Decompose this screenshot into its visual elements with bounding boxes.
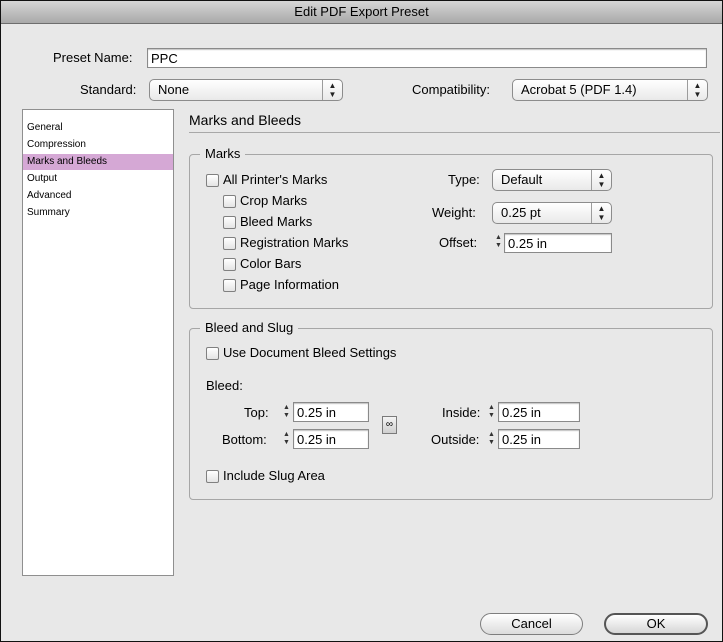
section-divider: [189, 132, 720, 133]
bleed-marks-checkbox[interactable]: [223, 216, 236, 229]
top-input[interactable]: 0.25 in: [293, 402, 369, 422]
marks-group-title: Marks: [200, 146, 246, 161]
top-stepper-icon[interactable]: ▲ ▼: [282, 404, 291, 422]
chain-link-icon[interactable]: ∞: [382, 416, 397, 434]
bleed-label: Bleed:: [206, 378, 243, 393]
inside-stepper-icon[interactable]: ▲ ▼: [487, 404, 496, 422]
standard-popup[interactable]: None ▲ ▼: [149, 79, 343, 101]
registration-marks-checkbox[interactable]: [223, 237, 236, 250]
inside-input[interactable]: 0.25 in: [498, 402, 580, 422]
compatibility-value: Acrobat 5 (PDF 1.4): [521, 82, 637, 97]
top-label: Top:: [244, 405, 269, 420]
bleed-and-slug-group-title: Bleed and Slug: [200, 320, 299, 335]
window-title: Edit PDF Export Preset: [1, 1, 722, 24]
type-value: Default: [501, 172, 543, 187]
sidebar-item-general[interactable]: General: [23, 120, 173, 136]
page-information-label: Page Information: [240, 277, 340, 292]
updown-arrows-icon: ▲ ▼: [591, 170, 611, 190]
standard-value: None: [158, 82, 190, 97]
color-bars-label: Color Bars: [240, 256, 302, 271]
offset-label: Offset:: [439, 235, 478, 250]
type-popup[interactable]: Default ▲ ▼: [492, 169, 612, 191]
inside-label: Inside:: [442, 405, 481, 420]
offset-input[interactable]: 0.25 in: [504, 233, 612, 253]
use-document-bleed-label: Use Document Bleed Settings: [223, 345, 397, 360]
color-bars-checkbox[interactable]: [223, 258, 236, 271]
bottom-stepper-icon[interactable]: ▲ ▼: [282, 431, 291, 449]
edit-pdf-export-preset-dialog: Edit PDF Export Preset Preset Name: PPC …: [0, 0, 723, 642]
compatibility-popup[interactable]: Acrobat 5 (PDF 1.4) ▲ ▼: [512, 79, 708, 101]
bottom-input[interactable]: 0.25 in: [293, 429, 369, 449]
crop-marks-label: Crop Marks: [240, 193, 308, 208]
bottom-label: Bottom:: [222, 432, 267, 447]
use-document-bleed-checkbox[interactable]: [206, 347, 219, 360]
offset-stepper-icon[interactable]: ▲ ▼: [494, 234, 503, 252]
sidebar-item-summary[interactable]: Summary: [23, 205, 173, 221]
updown-arrows-icon: ▲ ▼: [322, 80, 342, 100]
sidebar-item-marks-and-bleeds[interactable]: Marks and Bleeds: [23, 154, 173, 170]
outside-stepper-icon[interactable]: ▲ ▼: [487, 431, 496, 449]
weight-label: Weight:: [432, 205, 476, 220]
page-information-checkbox[interactable]: [223, 279, 236, 292]
ok-button[interactable]: OK: [604, 613, 708, 635]
bleed-marks-label: Bleed Marks: [240, 214, 313, 229]
preset-name-input[interactable]: PPC: [147, 48, 707, 68]
standard-label: Standard:: [80, 82, 137, 97]
weight-value: 0.25 pt: [501, 205, 541, 220]
sidebar-item-output[interactable]: Output: [23, 171, 173, 187]
section-title: Marks and Bleeds: [189, 112, 302, 128]
include-slug-area-label: Include Slug Area: [223, 468, 325, 483]
outside-label: Outside:: [431, 432, 480, 447]
outside-input[interactable]: 0.25 in: [498, 429, 580, 449]
updown-arrows-icon: ▲ ▼: [687, 80, 707, 100]
registration-marks-label: Registration Marks: [240, 235, 349, 250]
sidebar-item-advanced[interactable]: Advanced: [23, 188, 173, 204]
weight-popup[interactable]: 0.25 pt ▲ ▼: [492, 202, 612, 224]
crop-marks-checkbox[interactable]: [223, 195, 236, 208]
all-printers-marks-label: All Printer's Marks: [223, 172, 328, 187]
category-list: General Compression Marks and Bleeds Out…: [22, 109, 174, 576]
compatibility-label: Compatibility:: [412, 82, 491, 97]
type-label: Type:: [448, 172, 480, 187]
preset-name-label: Preset Name:: [53, 50, 133, 65]
include-slug-area-checkbox[interactable]: [206, 470, 219, 483]
cancel-button[interactable]: Cancel: [480, 613, 583, 635]
all-printers-marks-checkbox[interactable]: [206, 174, 219, 187]
updown-arrows-icon: ▲ ▼: [591, 203, 611, 223]
sidebar-item-compression[interactable]: Compression: [23, 137, 173, 153]
